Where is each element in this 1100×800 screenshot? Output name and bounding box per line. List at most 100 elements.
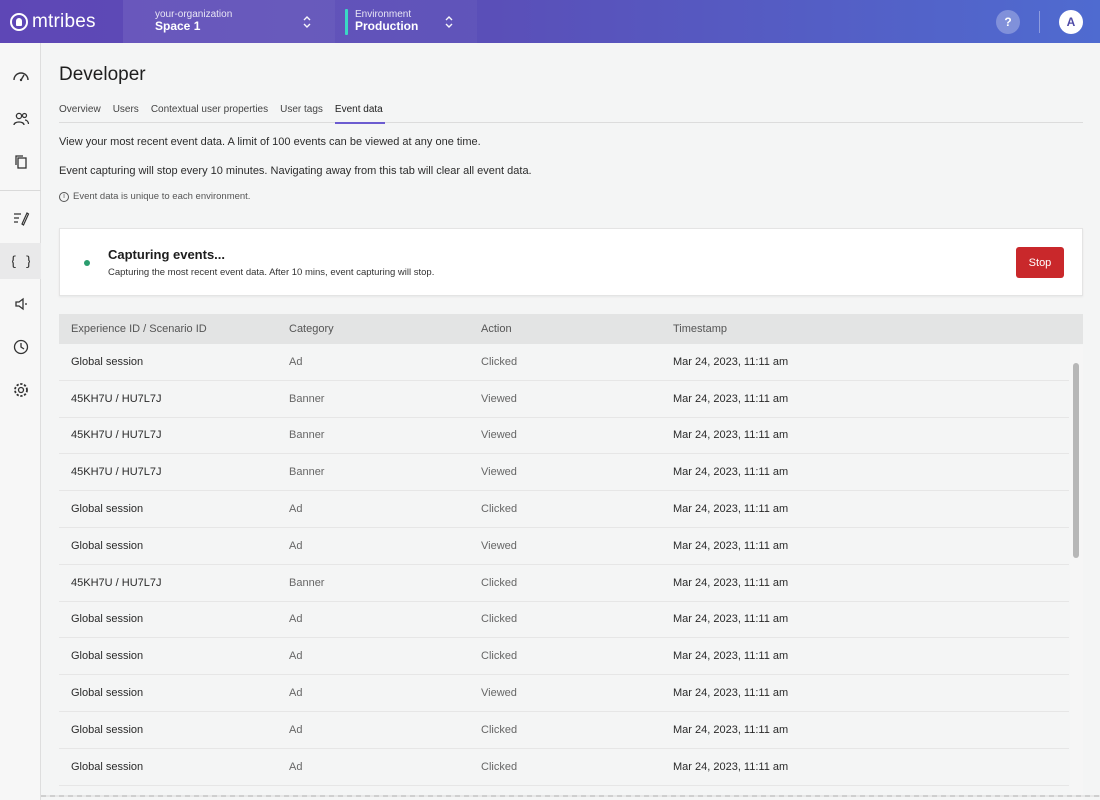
column-header-category[interactable]: Category: [289, 323, 481, 335]
table-body: Global session Ad Clicked Mar 24, 2023, 11:…: [59, 344, 1083, 786]
cell-category: Ad: [289, 355, 303, 368]
sidebar-item-developer[interactable]: { }: [0, 243, 41, 279]
table-row[interactable]: Global session Ad Clicked Mar 24, 2023, 11:…: [59, 711, 1069, 749]
column-header-action[interactable]: Action: [481, 323, 673, 335]
column-header-id[interactable]: Experience ID / Scenario ID: [59, 323, 289, 335]
cell-id: 45KH7U / HU7L7J: [71, 576, 162, 589]
tab-users[interactable]: Users: [113, 104, 151, 123]
logo[interactable]: mtribes: [0, 0, 123, 43]
cell-timestamp: Mar 24, 2023, 11:11 am: [673, 392, 789, 405]
code-icon: { }: [12, 255, 30, 270]
page-title: Developer: [59, 64, 146, 85]
cell-id: Global session: [71, 355, 144, 368]
cell-action: Viewed: [481, 429, 517, 442]
cell-action: Viewed: [481, 466, 517, 479]
cell-action: Viewed: [481, 392, 517, 405]
tab-contextual-user-properties[interactable]: Contextual user properties: [151, 104, 280, 123]
sidebar-item-history[interactable]: [0, 329, 41, 365]
sidebar: { }: [0, 43, 41, 800]
cell-category: Banner: [289, 576, 325, 589]
gear-icon: [13, 383, 28, 397]
clock-icon: [13, 339, 28, 355]
tab-bar: Overview Users Contextual user propertie…: [59, 104, 1083, 124]
cell-action: Clicked: [481, 723, 518, 736]
table-header: Experience ID / Scenario ID Category Act…: [59, 314, 1083, 344]
chevron-up-down-icon: [445, 15, 453, 28]
cell-id: 45KH7U / HU7L7J: [71, 466, 162, 479]
cell-action: Clicked: [481, 503, 518, 516]
capture-title: Capturing events...: [108, 247, 226, 262]
table-row[interactable]: 45KH7U / HU7L7J Banner Viewed Mar 24, 2023,…: [59, 380, 1069, 418]
environment-color-bar: [345, 8, 348, 35]
users-icon: [12, 112, 29, 126]
cell-action: Clicked: [481, 650, 518, 663]
scrollbar-thumb[interactable]: [1073, 363, 1079, 558]
svg-text:{ }: { }: [12, 255, 30, 270]
cell-id: Global session: [71, 723, 144, 736]
dashboard-icon: [12, 72, 29, 82]
table-row[interactable]: 45KH7U / HU7L7J Banner Viewed Mar 24, 2023,…: [59, 454, 1069, 492]
environment-name: Production: [355, 19, 419, 34]
tab-user-tags[interactable]: User tags: [280, 104, 335, 123]
cell-action: Clicked: [481, 355, 518, 368]
cell-category: Ad: [289, 687, 303, 700]
sidebar-item-announcements[interactable]: [0, 286, 41, 322]
sidebar-item-settings[interactable]: [0, 372, 41, 408]
table-row[interactable]: Global session Ad Clicked Mar 24, 2023, 11:…: [59, 344, 1069, 381]
cell-id: Global session: [71, 687, 144, 700]
table-row[interactable]: Global session Ad Viewed Mar 24, 2023, 11:1…: [59, 675, 1069, 712]
cell-timestamp: Mar 24, 2023, 11:11 am: [673, 429, 789, 442]
sidebar-item-users[interactable]: [0, 101, 41, 137]
table-row[interactable]: Global session Ad Clicked Mar 24, 2023, 11:…: [59, 638, 1069, 676]
cell-action: Viewed: [481, 687, 517, 700]
table-row[interactable]: Global session Ad Clicked Mar 24, 2023, 11:…: [59, 748, 1069, 786]
cell-timestamp: Mar 24, 2023, 11:11 am: [673, 503, 789, 516]
table-row[interactable]: Global session Ad Clicked Mar 24, 2023, 11:…: [59, 601, 1069, 639]
cell-timestamp: Mar 24, 2023, 11:11 am: [673, 613, 789, 626]
scrollbar[interactable]: [1070, 345, 1083, 800]
info-text-capture: Event capturing will stop every 10 minut…: [59, 165, 532, 177]
tab-event-data[interactable]: Event data: [334, 104, 395, 124]
table-row[interactable]: 45KH7U / HU7L7J Banner Viewed Mar 24, 2023,…: [59, 417, 1069, 455]
main-content: Developer Overview Users Contextual user…: [41, 43, 1100, 800]
cell-id: Global session: [71, 613, 144, 626]
cell-timestamp: Mar 24, 2023, 11:11 am: [673, 723, 789, 736]
help-button[interactable]: ?: [996, 9, 1020, 34]
chevron-up-down-icon: [303, 15, 311, 28]
environment-label: Environment: [355, 8, 412, 20]
cell-category: Banner: [289, 466, 325, 479]
environment-note: i Event data is unique to each environme…: [59, 191, 250, 202]
cell-category: Banner: [289, 429, 325, 442]
sidebar-item-dashboard[interactable]: [0, 58, 41, 94]
sidebar-divider: [0, 190, 41, 191]
cell-timestamp: Mar 24, 2023, 11:11 am: [673, 760, 789, 773]
table-row[interactable]: Global session Ad Viewed Mar 24, 2023, 11:1…: [59, 527, 1069, 565]
space-name: Space 1: [155, 19, 201, 34]
tab-overview[interactable]: Overview: [59, 104, 113, 123]
table-row[interactable]: 45KH7U / HU7L7J Banner Clicked Mar 24, 2023…: [59, 564, 1069, 602]
cell-category: Ad: [289, 760, 303, 773]
cell-timestamp: Mar 24, 2023, 11:11 am: [673, 355, 789, 368]
bottom-edge: [41, 795, 1100, 797]
cell-timestamp: Mar 24, 2023, 11:11 am: [673, 650, 789, 663]
capture-subtitle: Capturing the most recent event data. Af…: [108, 267, 435, 278]
sidebar-item-collections[interactable]: [0, 144, 41, 180]
environment-switcher[interactable]: Environment Production: [335, 0, 477, 43]
organization-label: your-organization: [155, 8, 233, 20]
note-text: Event data is unique to each environment…: [73, 191, 251, 202]
cell-action: Clicked: [481, 760, 518, 773]
cell-id: Global session: [71, 503, 144, 516]
top-bar: mtribes your-organization Space 1 Enviro…: [0, 0, 1100, 43]
cell-id: Global session: [71, 539, 144, 552]
copy-icon: [14, 155, 27, 169]
column-header-timestamp[interactable]: Timestamp: [673, 323, 873, 335]
avatar[interactable]: A: [1059, 9, 1083, 34]
table-row[interactable]: Global session Ad Clicked Mar 24, 2023, 11:…: [59, 491, 1069, 528]
cell-category: Ad: [289, 539, 303, 552]
organization-switcher[interactable]: your-organization Space 1: [123, 0, 335, 43]
status-dot: [84, 260, 90, 266]
cell-category: Banner: [289, 392, 325, 405]
sidebar-item-content[interactable]: [0, 200, 41, 236]
info-text-limit: View your most recent event data. A limi…: [59, 136, 481, 148]
stop-button[interactable]: Stop: [1016, 247, 1064, 278]
